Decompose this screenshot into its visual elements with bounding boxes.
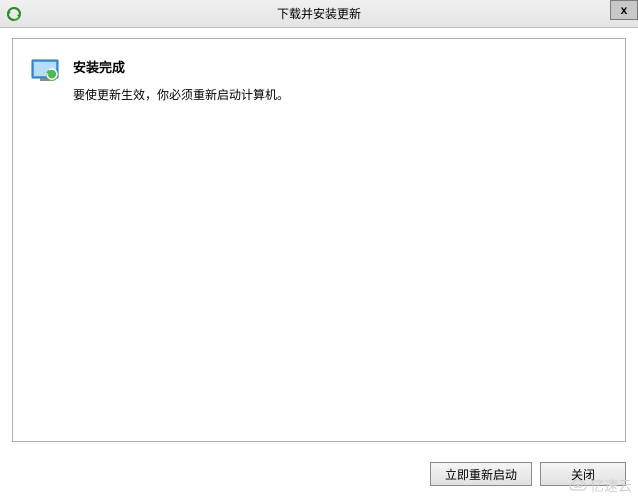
restart-now-button[interactable]: 立即重新启动 <box>430 462 532 486</box>
close-button[interactable]: 关闭 <box>540 462 626 486</box>
content-panel: 安装完成 要使更新生效，你必须重新启动计算机。 <box>12 38 626 442</box>
window-close-button[interactable]: x <box>610 0 638 20</box>
app-icon <box>6 6 22 22</box>
content-inner: 安装完成 要使更新生效，你必须重新启动计算机。 <box>31 57 607 103</box>
text-block: 安装完成 要使更新生效，你必须重新启动计算机。 <box>73 57 607 103</box>
install-complete-heading: 安装完成 <box>73 57 607 76</box>
button-bar: 立即重新启动 关闭 <box>430 462 626 486</box>
titlebar: 下载并安装更新 x <box>0 0 638 28</box>
window-title: 下载并安装更新 <box>277 5 361 22</box>
update-complete-icon <box>31 59 59 81</box>
restart-required-text: 要使更新生效，你必须重新启动计算机。 <box>73 86 607 103</box>
